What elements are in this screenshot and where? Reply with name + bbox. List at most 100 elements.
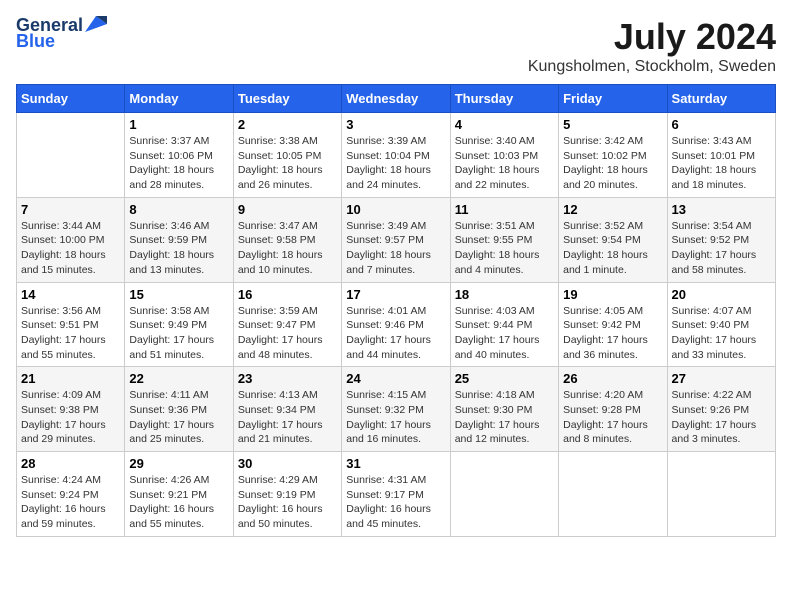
day-info: Sunrise: 4:13 AMSunset: 9:34 PMDaylight:… bbox=[238, 389, 323, 445]
day-info: Sunrise: 3:40 AMSunset: 10:03 PMDaylight… bbox=[455, 135, 540, 191]
day-number: 23 bbox=[238, 371, 337, 386]
day-info: Sunrise: 4:11 AMSunset: 9:36 PMDaylight:… bbox=[129, 389, 214, 445]
day-number: 9 bbox=[238, 202, 337, 217]
day-info: Sunrise: 3:44 AMSunset: 10:00 PMDaylight… bbox=[21, 220, 106, 276]
table-row: 7 Sunrise: 3:44 AMSunset: 10:00 PMDaylig… bbox=[17, 197, 125, 282]
table-row: 2 Sunrise: 3:38 AMSunset: 10:05 PMDaylig… bbox=[233, 113, 341, 198]
day-number: 15 bbox=[129, 287, 228, 302]
table-row: 30 Sunrise: 4:29 AMSunset: 9:19 PMDaylig… bbox=[233, 452, 341, 537]
day-number: 5 bbox=[563, 117, 662, 132]
logo-icon bbox=[85, 16, 107, 32]
table-row: 8 Sunrise: 3:46 AMSunset: 9:59 PMDayligh… bbox=[125, 197, 233, 282]
day-info: Sunrise: 3:39 AMSunset: 10:04 PMDaylight… bbox=[346, 135, 431, 191]
table-row bbox=[17, 113, 125, 198]
logo: General Blue bbox=[16, 16, 107, 52]
table-row bbox=[450, 452, 558, 537]
day-info: Sunrise: 3:51 AMSunset: 9:55 PMDaylight:… bbox=[455, 220, 540, 276]
table-row: 18 Sunrise: 4:03 AMSunset: 9:44 PMDaylig… bbox=[450, 282, 558, 367]
table-row: 31 Sunrise: 4:31 AMSunset: 9:17 PMDaylig… bbox=[342, 452, 450, 537]
day-info: Sunrise: 3:56 AMSunset: 9:51 PMDaylight:… bbox=[21, 305, 106, 361]
table-row: 1 Sunrise: 3:37 AMSunset: 10:06 PMDaylig… bbox=[125, 113, 233, 198]
day-number: 14 bbox=[21, 287, 120, 302]
table-row: 13 Sunrise: 3:54 AMSunset: 9:52 PMDaylig… bbox=[667, 197, 775, 282]
day-info: Sunrise: 4:31 AMSunset: 9:17 PMDaylight:… bbox=[346, 474, 431, 530]
day-info: Sunrise: 4:29 AMSunset: 9:19 PMDaylight:… bbox=[238, 474, 323, 530]
table-row: 11 Sunrise: 3:51 AMSunset: 9:55 PMDaylig… bbox=[450, 197, 558, 282]
day-number: 6 bbox=[672, 117, 771, 132]
day-number: 1 bbox=[129, 117, 228, 132]
day-info: Sunrise: 3:59 AMSunset: 9:47 PMDaylight:… bbox=[238, 305, 323, 361]
month-year-title: July 2024 bbox=[528, 16, 776, 58]
day-number: 27 bbox=[672, 371, 771, 386]
day-info: Sunrise: 3:58 AMSunset: 9:49 PMDaylight:… bbox=[129, 305, 214, 361]
day-number: 31 bbox=[346, 456, 445, 471]
table-row: 28 Sunrise: 4:24 AMSunset: 9:24 PMDaylig… bbox=[17, 452, 125, 537]
table-row bbox=[667, 452, 775, 537]
day-number: 29 bbox=[129, 456, 228, 471]
table-row: 24 Sunrise: 4:15 AMSunset: 9:32 PMDaylig… bbox=[342, 367, 450, 452]
day-number: 2 bbox=[238, 117, 337, 132]
day-number: 26 bbox=[563, 371, 662, 386]
table-row: 10 Sunrise: 3:49 AMSunset: 9:57 PMDaylig… bbox=[342, 197, 450, 282]
day-number: 30 bbox=[238, 456, 337, 471]
day-info: Sunrise: 3:38 AMSunset: 10:05 PMDaylight… bbox=[238, 135, 323, 191]
day-info: Sunrise: 4:20 AMSunset: 9:28 PMDaylight:… bbox=[563, 389, 648, 445]
page-header: General Blue July 2024 Kungsholmen, Stoc… bbox=[16, 16, 776, 76]
day-info: Sunrise: 4:01 AMSunset: 9:46 PMDaylight:… bbox=[346, 305, 431, 361]
table-row: 12 Sunrise: 3:52 AMSunset: 9:54 PMDaylig… bbox=[559, 197, 667, 282]
col-tuesday: Tuesday bbox=[233, 85, 341, 113]
day-number: 11 bbox=[455, 202, 554, 217]
col-friday: Friday bbox=[559, 85, 667, 113]
table-row: 29 Sunrise: 4:26 AMSunset: 9:21 PMDaylig… bbox=[125, 452, 233, 537]
col-saturday: Saturday bbox=[667, 85, 775, 113]
table-row: 6 Sunrise: 3:43 AMSunset: 10:01 PMDaylig… bbox=[667, 113, 775, 198]
day-number: 25 bbox=[455, 371, 554, 386]
day-info: Sunrise: 4:18 AMSunset: 9:30 PMDaylight:… bbox=[455, 389, 540, 445]
day-number: 3 bbox=[346, 117, 445, 132]
day-number: 16 bbox=[238, 287, 337, 302]
day-number: 17 bbox=[346, 287, 445, 302]
day-number: 28 bbox=[21, 456, 120, 471]
day-number: 19 bbox=[563, 287, 662, 302]
title-block: July 2024 Kungsholmen, Stockholm, Sweden bbox=[528, 16, 776, 76]
day-info: Sunrise: 3:37 AMSunset: 10:06 PMDaylight… bbox=[129, 135, 214, 191]
table-row: 4 Sunrise: 3:40 AMSunset: 10:03 PMDaylig… bbox=[450, 113, 558, 198]
day-number: 22 bbox=[129, 371, 228, 386]
day-info: Sunrise: 4:22 AMSunset: 9:26 PMDaylight:… bbox=[672, 389, 757, 445]
day-info: Sunrise: 3:47 AMSunset: 9:58 PMDaylight:… bbox=[238, 220, 323, 276]
day-info: Sunrise: 4:05 AMSunset: 9:42 PMDaylight:… bbox=[563, 305, 648, 361]
table-row: 5 Sunrise: 3:42 AMSunset: 10:02 PMDaylig… bbox=[559, 113, 667, 198]
table-row: 26 Sunrise: 4:20 AMSunset: 9:28 PMDaylig… bbox=[559, 367, 667, 452]
day-info: Sunrise: 4:15 AMSunset: 9:32 PMDaylight:… bbox=[346, 389, 431, 445]
day-number: 18 bbox=[455, 287, 554, 302]
location-subtitle: Kungsholmen, Stockholm, Sweden bbox=[528, 58, 776, 76]
table-row: 3 Sunrise: 3:39 AMSunset: 10:04 PMDaylig… bbox=[342, 113, 450, 198]
day-info: Sunrise: 3:52 AMSunset: 9:54 PMDaylight:… bbox=[563, 220, 648, 276]
day-info: Sunrise: 4:07 AMSunset: 9:40 PMDaylight:… bbox=[672, 305, 757, 361]
day-info: Sunrise: 4:26 AMSunset: 9:21 PMDaylight:… bbox=[129, 474, 214, 530]
day-number: 10 bbox=[346, 202, 445, 217]
table-row: 14 Sunrise: 3:56 AMSunset: 9:51 PMDaylig… bbox=[17, 282, 125, 367]
table-row: 16 Sunrise: 3:59 AMSunset: 9:47 PMDaylig… bbox=[233, 282, 341, 367]
table-row: 22 Sunrise: 4:11 AMSunset: 9:36 PMDaylig… bbox=[125, 367, 233, 452]
day-number: 21 bbox=[21, 371, 120, 386]
day-info: Sunrise: 4:09 AMSunset: 9:38 PMDaylight:… bbox=[21, 389, 106, 445]
col-thursday: Thursday bbox=[450, 85, 558, 113]
calendar-header: Sunday Monday Tuesday Wednesday Thursday… bbox=[17, 85, 776, 113]
day-info: Sunrise: 3:46 AMSunset: 9:59 PMDaylight:… bbox=[129, 220, 214, 276]
day-number: 4 bbox=[455, 117, 554, 132]
day-number: 13 bbox=[672, 202, 771, 217]
day-number: 20 bbox=[672, 287, 771, 302]
day-number: 8 bbox=[129, 202, 228, 217]
table-row: 25 Sunrise: 4:18 AMSunset: 9:30 PMDaylig… bbox=[450, 367, 558, 452]
day-info: Sunrise: 3:43 AMSunset: 10:01 PMDaylight… bbox=[672, 135, 757, 191]
col-sunday: Sunday bbox=[17, 85, 125, 113]
day-info: Sunrise: 4:24 AMSunset: 9:24 PMDaylight:… bbox=[21, 474, 106, 530]
day-info: Sunrise: 3:54 AMSunset: 9:52 PMDaylight:… bbox=[672, 220, 757, 276]
table-row: 20 Sunrise: 4:07 AMSunset: 9:40 PMDaylig… bbox=[667, 282, 775, 367]
calendar-table: Sunday Monday Tuesday Wednesday Thursday… bbox=[16, 84, 776, 537]
table-row: 17 Sunrise: 4:01 AMSunset: 9:46 PMDaylig… bbox=[342, 282, 450, 367]
table-row: 9 Sunrise: 3:47 AMSunset: 9:58 PMDayligh… bbox=[233, 197, 341, 282]
day-number: 24 bbox=[346, 371, 445, 386]
table-row: 27 Sunrise: 4:22 AMSunset: 9:26 PMDaylig… bbox=[667, 367, 775, 452]
